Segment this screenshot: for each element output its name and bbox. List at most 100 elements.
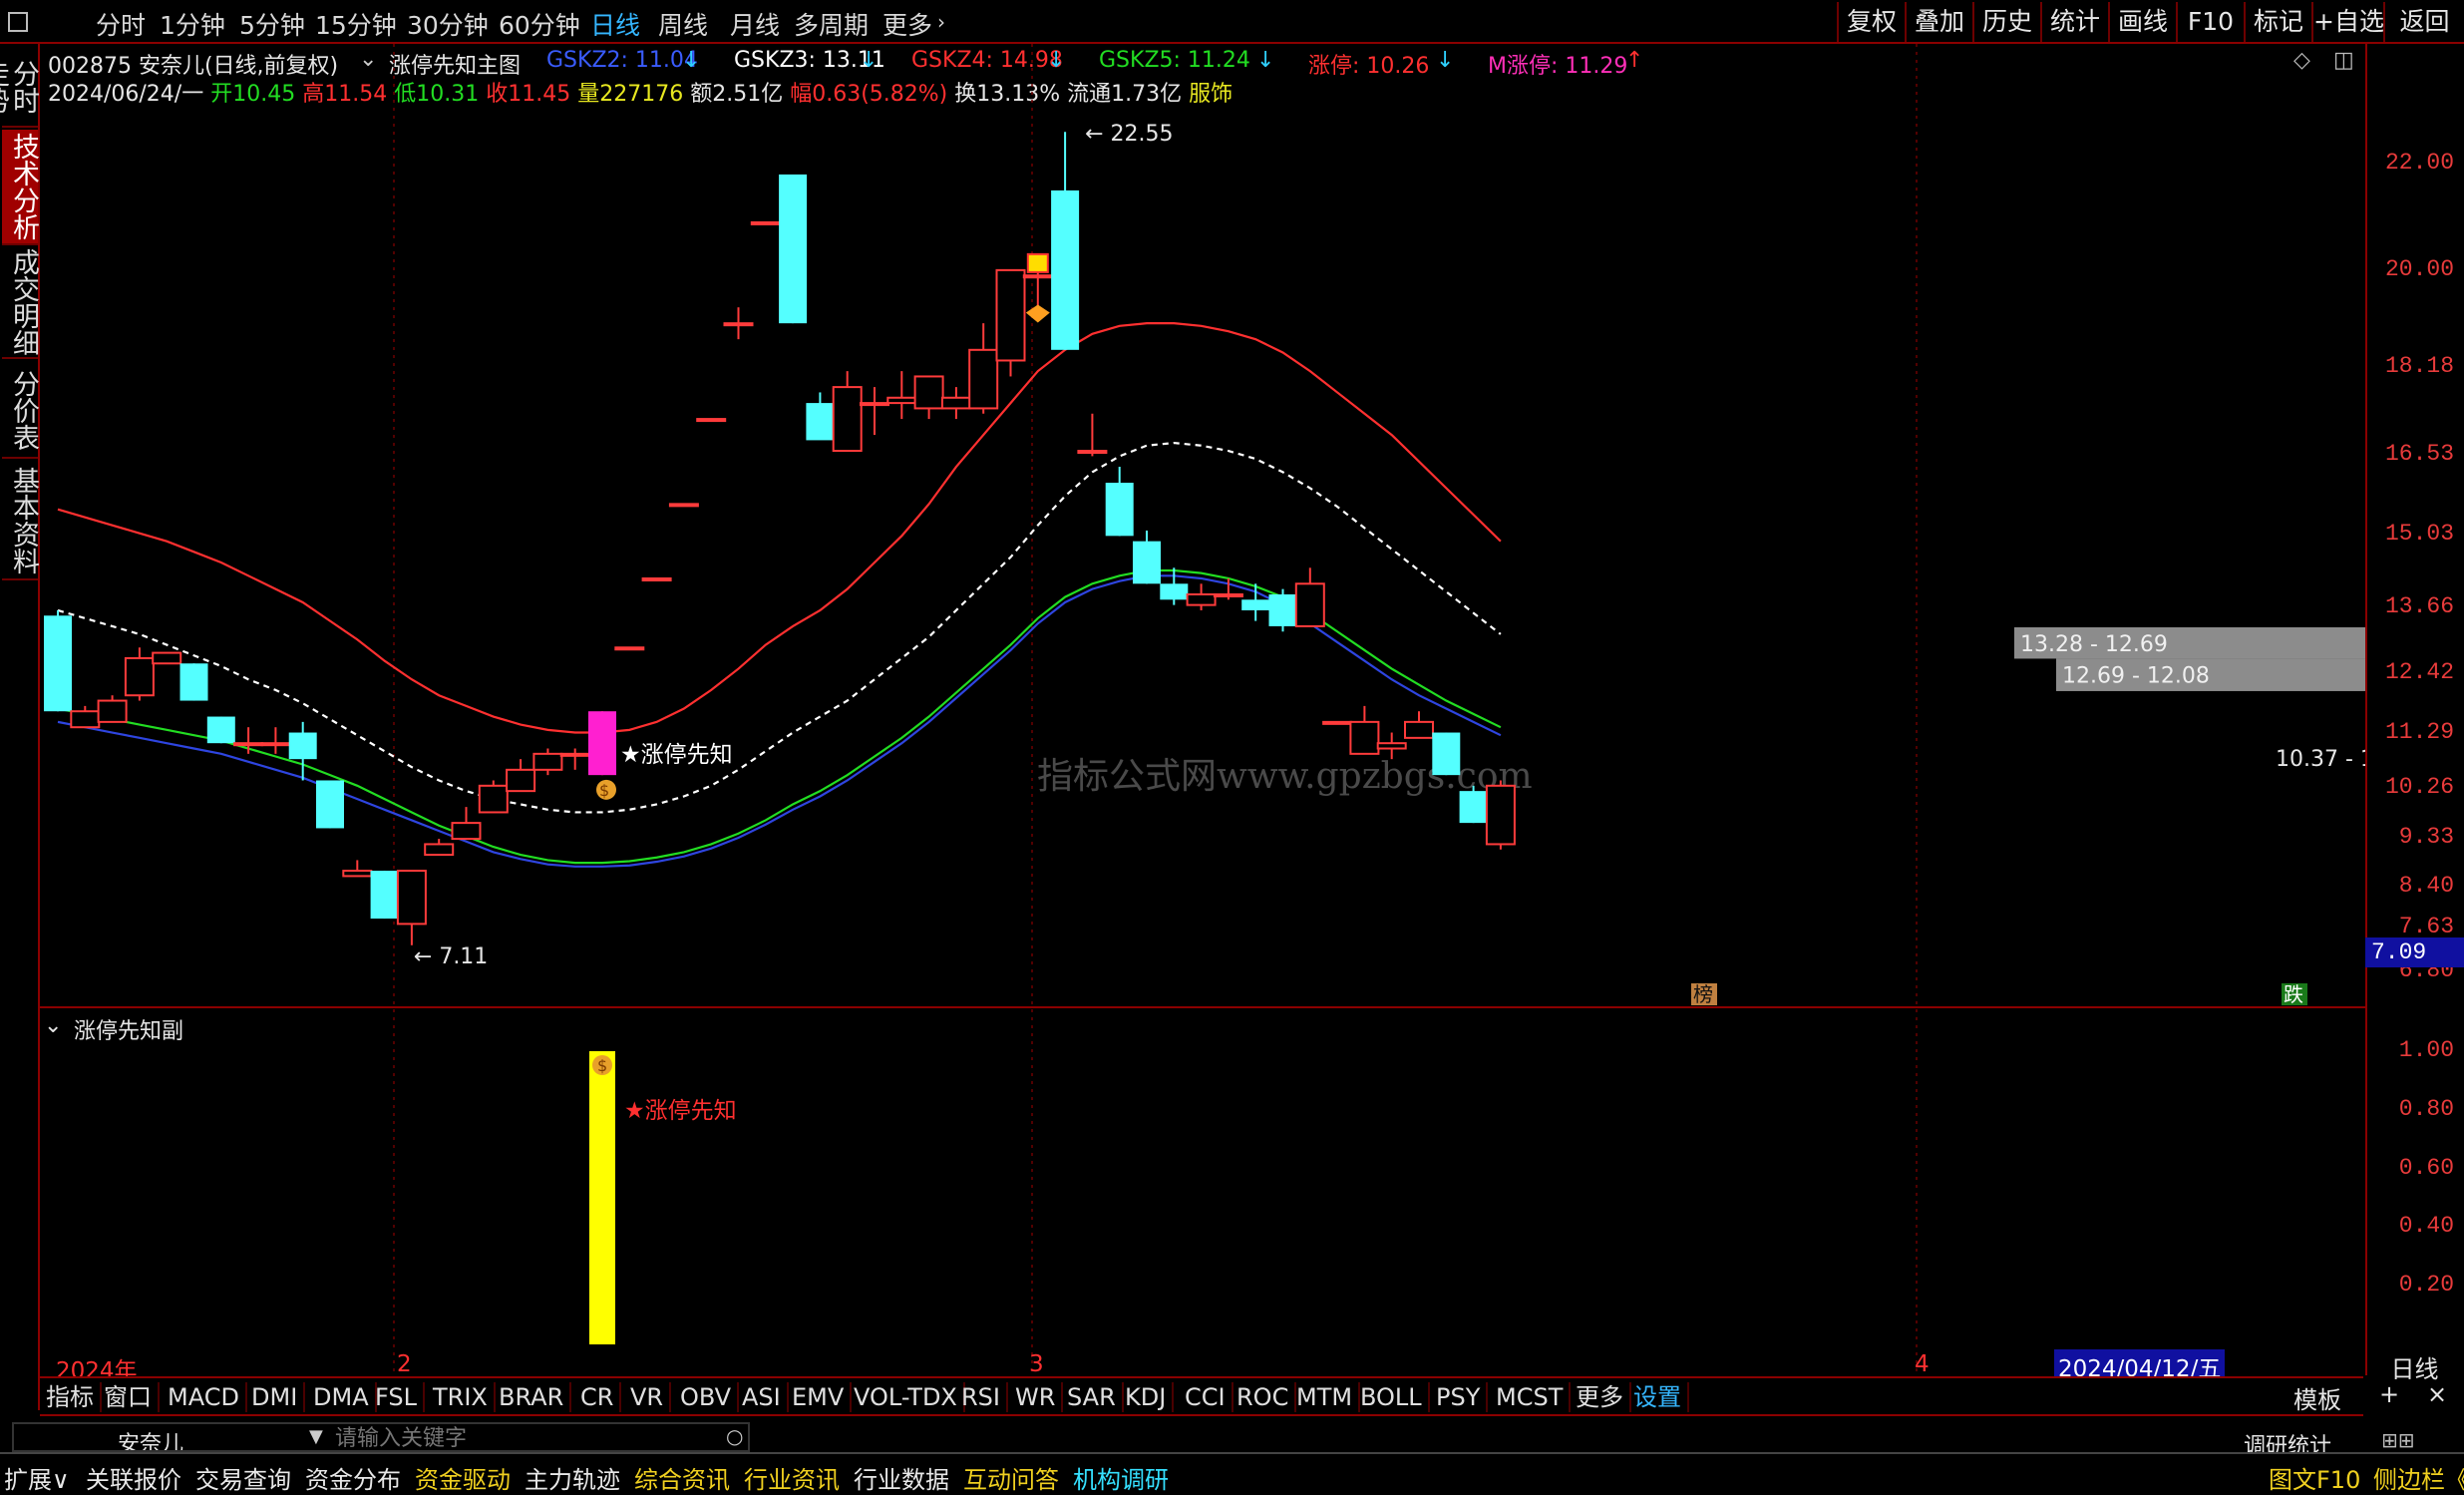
signal-bar[interactable] bbox=[589, 1051, 615, 1344]
indicator-tab-1[interactable]: 窗口 bbox=[98, 1382, 160, 1412]
toolbar-button-3[interactable]: 统计 bbox=[2040, 2, 2108, 42]
indicator-tab-13[interactable]: VOL-TDX bbox=[848, 1382, 965, 1412]
period-label[interactable]: 日线 bbox=[2365, 1349, 2464, 1384]
status-item-0[interactable]: 扩展∨ bbox=[4, 1460, 70, 1495]
status-item-2[interactable]: 交易查询 bbox=[195, 1460, 291, 1495]
candle[interactable] bbox=[316, 780, 344, 829]
candle[interactable] bbox=[968, 323, 999, 414]
candle[interactable] bbox=[832, 371, 863, 453]
period-tab-4[interactable]: 30分钟 bbox=[407, 6, 489, 42]
candle[interactable] bbox=[342, 860, 373, 878]
indicator-tab-18[interactable]: CCI bbox=[1179, 1382, 1233, 1412]
candle[interactable] bbox=[860, 387, 889, 436]
candle[interactable] bbox=[44, 609, 72, 712]
f10-link[interactable]: 图文F10 bbox=[2269, 1460, 2360, 1495]
status-item-5[interactable]: 主力轨迹 bbox=[525, 1460, 620, 1495]
candle[interactable] bbox=[478, 780, 509, 814]
candle[interactable] bbox=[70, 705, 101, 729]
status-item-7[interactable]: 行业资讯 bbox=[744, 1460, 840, 1495]
period-tab-3[interactable]: 15分钟 bbox=[315, 6, 397, 42]
main-chart[interactable]: 指标公式网www.gpzbgs.com13.28 - 12.6912.69 - … bbox=[40, 44, 2365, 1376]
left-tab-0[interactable]: 分时走势 bbox=[0, 48, 39, 128]
plus-icon[interactable]: + bbox=[2379, 1380, 2399, 1408]
candle[interactable] bbox=[641, 576, 672, 581]
candle[interactable] bbox=[506, 759, 536, 793]
candle[interactable] bbox=[370, 871, 399, 920]
status-item-9[interactable]: 互动问答 bbox=[963, 1460, 1059, 1495]
candle[interactable] bbox=[750, 220, 781, 225]
toolbar-button-5[interactable]: F10 bbox=[2176, 2, 2244, 42]
toolbar-button-2[interactable]: 历史 bbox=[1972, 2, 2040, 42]
period-tab-6[interactable]: 日线 bbox=[590, 6, 640, 42]
candle[interactable] bbox=[233, 727, 264, 754]
period-tab-8[interactable]: 月线 bbox=[730, 6, 780, 42]
candle[interactable] bbox=[152, 651, 182, 665]
candle[interactable] bbox=[995, 268, 1026, 377]
period-tab-5[interactable]: 60分钟 bbox=[499, 6, 580, 42]
indicator-tab-24[interactable]: 更多 bbox=[1570, 1382, 1631, 1412]
candle[interactable] bbox=[1105, 467, 1134, 537]
candle[interactable] bbox=[97, 695, 128, 723]
indicator-tab-5[interactable]: FSL bbox=[369, 1382, 425, 1412]
more-arrow-icon[interactable]: › bbox=[937, 10, 945, 34]
candle[interactable] bbox=[206, 716, 235, 744]
indicator-tab-2[interactable]: MACD bbox=[162, 1382, 247, 1412]
indicator-tab-19[interactable]: ROC bbox=[1231, 1382, 1297, 1412]
menu-square-icon[interactable] bbox=[8, 12, 28, 32]
period-tab-0[interactable]: 分时 bbox=[96, 6, 146, 42]
candle[interactable] bbox=[1349, 705, 1380, 755]
indicator-tab-11[interactable]: ASI bbox=[736, 1382, 789, 1412]
candle[interactable] bbox=[614, 646, 645, 651]
search-stock[interactable]: 安奈儿 bbox=[118, 1426, 183, 1450]
indicator-tab-14[interactable]: RSI bbox=[955, 1382, 1008, 1412]
candle[interactable] bbox=[1294, 567, 1325, 627]
toolbar-button-8[interactable]: 返回 bbox=[2383, 2, 2464, 42]
candle[interactable] bbox=[723, 307, 754, 340]
indicator-tab-12[interactable]: EMV bbox=[786, 1382, 853, 1412]
toolbar-button-1[interactable]: 叠加 bbox=[1905, 2, 1972, 42]
candle[interactable] bbox=[940, 387, 971, 420]
indicator-tab-6[interactable]: TRIX bbox=[427, 1382, 496, 1412]
candle[interactable] bbox=[806, 392, 835, 441]
indicator-tab-17[interactable]: KDJ bbox=[1119, 1382, 1175, 1412]
sub-chevron-icon[interactable]: ⌄ bbox=[44, 1013, 62, 1038]
indicator-tab-15[interactable]: WR bbox=[1009, 1382, 1064, 1412]
toolbar-button-4[interactable]: 画线 bbox=[2108, 2, 2176, 42]
candle[interactable] bbox=[696, 418, 727, 423]
indicator-tab-20[interactable]: MTM bbox=[1290, 1382, 1361, 1412]
candle[interactable] bbox=[1268, 588, 1297, 632]
indicator-tab-7[interactable]: BRAR bbox=[493, 1382, 572, 1412]
candle[interactable] bbox=[1186, 583, 1217, 610]
candle[interactable] bbox=[913, 375, 944, 420]
candle[interactable] bbox=[588, 711, 616, 776]
sidebar-toggle[interactable]: 侧边栏《 bbox=[2373, 1460, 2464, 1495]
toolbar-button-0[interactable]: 复权 bbox=[1837, 2, 1905, 42]
candle[interactable] bbox=[1322, 720, 1353, 725]
close-icon[interactable]: × bbox=[2427, 1380, 2447, 1408]
candle[interactable] bbox=[1022, 269, 1053, 308]
candle[interactable] bbox=[532, 748, 563, 776]
indicator-tab-22[interactable]: PSY bbox=[1430, 1382, 1489, 1412]
toolbar-button-7[interactable]: +自选 bbox=[2311, 2, 2384, 42]
grid-icon[interactable]: ⊞⊞ bbox=[2381, 1428, 2415, 1452]
status-item-6[interactable]: 综合资讯 bbox=[634, 1460, 730, 1495]
indicator-tab-10[interactable]: OBV bbox=[674, 1382, 740, 1412]
search-icon[interactable]: ○ bbox=[726, 1424, 743, 1448]
candle[interactable] bbox=[179, 663, 208, 701]
sub-indicator-name[interactable]: 涨停先知副 bbox=[74, 1013, 183, 1045]
candle[interactable] bbox=[1404, 711, 1434, 739]
candle[interactable] bbox=[1077, 413, 1108, 457]
candle[interactable] bbox=[1160, 567, 1189, 605]
left-tab-1[interactable]: 技术分析 bbox=[2, 130, 39, 245]
left-tab-3[interactable]: 分价表 bbox=[2, 363, 39, 459]
status-item-8[interactable]: 行业数据 bbox=[854, 1460, 949, 1495]
candle[interactable] bbox=[779, 174, 808, 324]
indicator-tab-21[interactable]: BOLL bbox=[1354, 1382, 1430, 1412]
candle[interactable] bbox=[1485, 780, 1516, 850]
period-tab-2[interactable]: 5分钟 bbox=[239, 6, 305, 42]
candle[interactable] bbox=[559, 748, 590, 770]
candle[interactable] bbox=[451, 807, 482, 841]
candle[interactable] bbox=[1432, 732, 1461, 776]
indicator-tab-0[interactable]: 指标 bbox=[40, 1382, 102, 1412]
period-tab-9[interactable]: 多周期 bbox=[794, 6, 869, 42]
